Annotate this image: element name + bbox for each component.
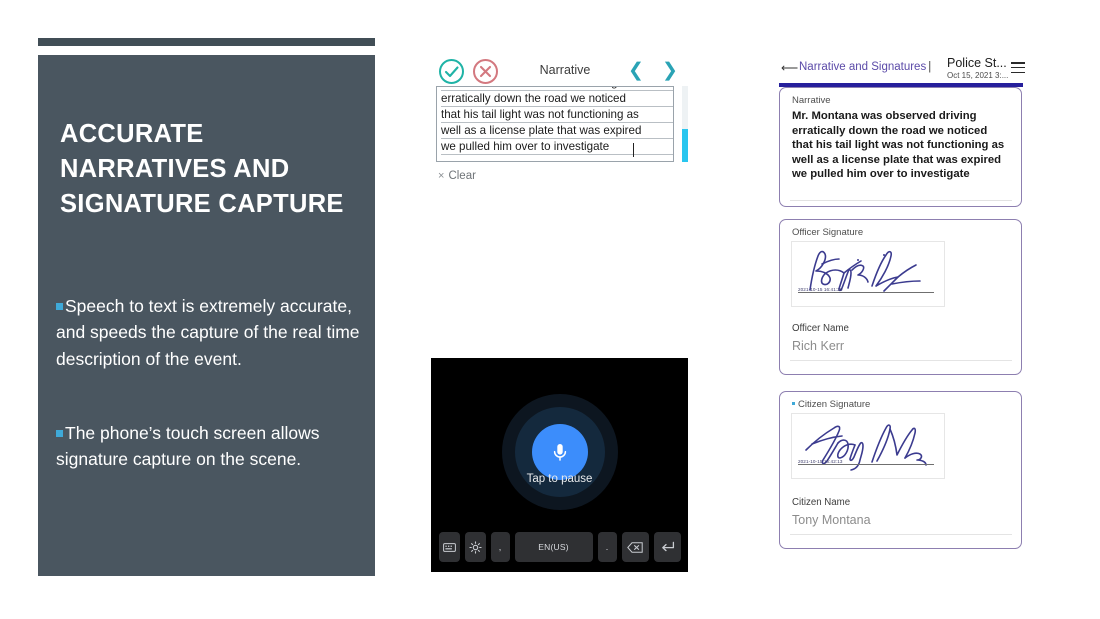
back-arrow-icon[interactable]: ⟵ <box>781 62 798 74</box>
clear-button-label: Clear <box>448 170 476 182</box>
citizen-signature-card: Citizen Signature 2021-10-15 16:42:13 Ci… <box>779 391 1022 549</box>
bullet-square-icon <box>792 401 795 405</box>
document-meta: Police St... Oct 15, 2021 3:... <box>947 56 1008 81</box>
backspace-icon[interactable] <box>621 532 649 562</box>
space-key[interactable]: EN(US) <box>514 532 593 562</box>
slide-bullet-list: Speech to text is extremely accurate, an… <box>56 293 361 472</box>
presentation-slide: ACCURATE NARRATIVES AND SIGNATURE CAPTUR… <box>38 38 375 576</box>
clear-button[interactable]: × Clear <box>438 170 476 182</box>
mic-status-text: Tap to pause <box>526 473 593 485</box>
gear-icon[interactable] <box>464 532 486 562</box>
enter-icon[interactable] <box>653 532 681 562</box>
bullet-square-icon <box>56 302 63 310</box>
narrative-text-input[interactable]: Mr. Montana was observed driving erratic… <box>436 86 674 162</box>
divider <box>790 534 1012 535</box>
chevron-left-icon[interactable]: ❮ <box>626 60 646 82</box>
app-header: ⟵ Narrative and Signatures | Police St...… <box>777 56 1029 82</box>
list-item-text: Speech to text is extremely accurate, an… <box>56 296 360 369</box>
divider <box>790 200 1012 201</box>
narrative-text-content: Mr. Montana was observed driving erratic… <box>441 87 673 155</box>
check-circle-icon[interactable] <box>439 59 464 84</box>
citizen-signature-canvas[interactable]: 2021-10-15 16:42:13 <box>791 413 945 479</box>
list-item: Speech to text is extremely accurate, an… <box>56 293 361 372</box>
breadcrumb-label: Narrative and Signatures <box>799 61 927 73</box>
citizen-signature-label: Citizen Signature <box>792 399 870 410</box>
chevron-right-icon[interactable]: ❯ <box>660 60 680 82</box>
microphone-icon[interactable] <box>531 424 588 480</box>
officer-name-label: Officer Name <box>792 323 849 334</box>
comma-key[interactable]: , <box>490 532 510 562</box>
x-circle-icon[interactable] <box>473 59 498 84</box>
list-item: The phone’s touch screen allows signatur… <box>56 420 361 473</box>
narrative-and-signatures-screen: ⟵ Narrative and Signatures | Police St...… <box>777 56 1029 566</box>
officer-name-field[interactable]: Rich Kerr <box>792 339 844 353</box>
citizen-signature-timestamp: 2021-10-15 16:42:13 <box>798 459 843 464</box>
citizen-signature-label-text: Citizen Signature <box>798 399 871 410</box>
narrative-line: that his tail light was not functioning … <box>441 107 673 123</box>
narrative-line: well as a license plate that was expired <box>441 123 673 139</box>
citizen-name-field[interactable]: Tony Montana <box>792 513 871 527</box>
signature-baseline <box>798 292 934 293</box>
narrative-line: erratically down the road we noticed <box>441 91 673 107</box>
editor-title: Narrative <box>539 63 591 77</box>
voice-input-panel: Tap to pause , EN(US) . <box>431 358 688 572</box>
hamburger-menu-icon[interactable] <box>1011 62 1025 74</box>
page-title: ACCURATE NARRATIVES AND SIGNATURE CAPTUR… <box>60 120 344 219</box>
slide-accent-bar <box>38 38 375 46</box>
document-date: Oct 15, 2021 3:... <box>947 71 1009 80</box>
breadcrumb-divider: | <box>928 61 932 73</box>
officer-signature-card: Officer Signature 2021-10-15 16:41:20 Of… <box>779 219 1022 375</box>
narrative-card: Narrative Mr. Montana was observed drivi… <box>779 87 1022 207</box>
keyboard-toolbar: , EN(US) . <box>431 530 688 564</box>
narrative-card-text: Mr. Montana was observed driving erratic… <box>792 110 1005 181</box>
editor-toolbar: Narrative ❮ ❯ <box>432 56 690 90</box>
keyboard-icon[interactable] <box>438 532 460 562</box>
breadcrumb[interactable]: Narrative and Signatures | <box>799 61 933 73</box>
officer-signature-timestamp: 2021-10-15 16:41:20 <box>798 287 843 292</box>
document-title: Police St... <box>947 56 1007 70</box>
list-item-text: The phone’s touch screen allows signatur… <box>56 422 320 469</box>
divider <box>790 360 1012 361</box>
signature-baseline <box>798 464 934 465</box>
narrative-card-label: Narrative <box>792 95 831 106</box>
officer-signature-label: Officer Signature <box>792 227 864 238</box>
narrative-line: we pulled him over to investigate <box>441 139 673 155</box>
narrative-editor-screen: Narrative ❮ ❯ Mr. Montana was observed d… <box>432 56 690 192</box>
slide-body: ACCURATE NARRATIVES AND SIGNATURE CAPTUR… <box>38 55 375 576</box>
text-cursor <box>633 143 634 157</box>
period-key[interactable]: . <box>597 532 617 562</box>
close-icon: × <box>438 170 445 182</box>
citizen-name-label: Citizen Name <box>792 497 851 508</box>
scrollbar-thumb[interactable] <box>682 129 688 162</box>
officer-signature-canvas[interactable]: 2021-10-15 16:41:20 <box>791 241 945 307</box>
bullet-square-icon <box>56 429 63 437</box>
